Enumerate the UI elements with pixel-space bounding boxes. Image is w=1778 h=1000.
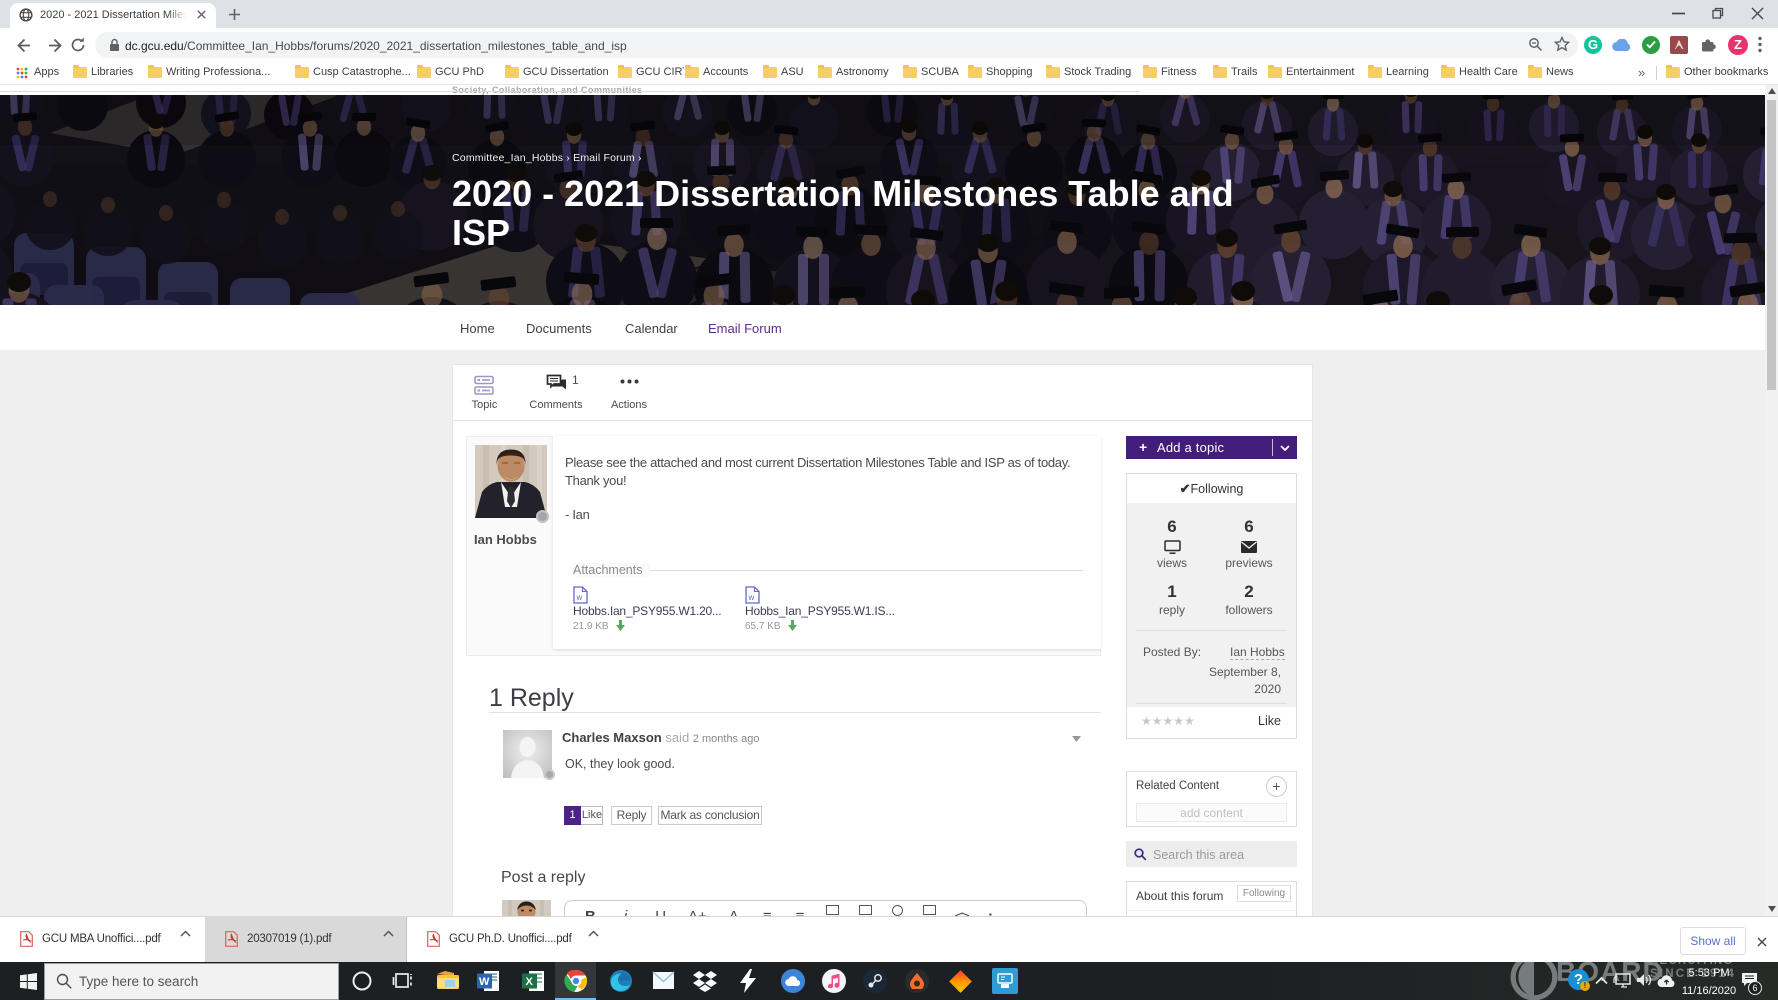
svg-text:X: X — [526, 976, 534, 988]
svg-text:w: w — [576, 593, 583, 602]
svg-text:w: w — [748, 593, 755, 602]
svg-text:W: W — [479, 976, 490, 988]
